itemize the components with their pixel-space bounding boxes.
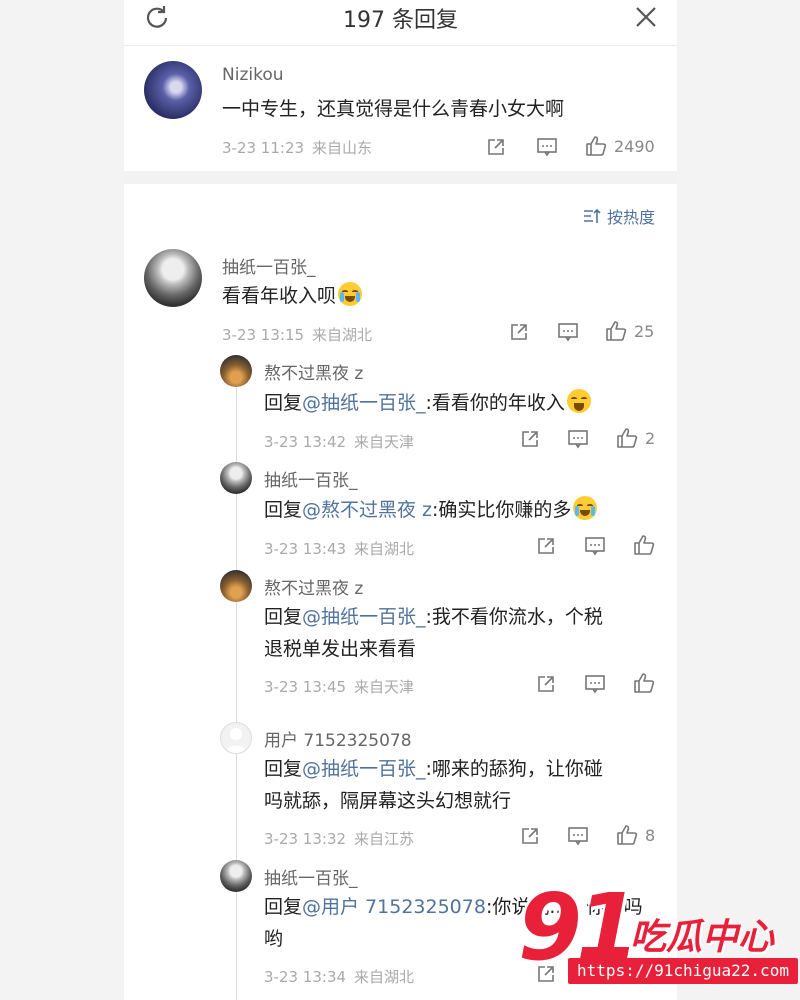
section-divider (124, 171, 677, 184)
username[interactable]: 熬不过黑夜 z (264, 359, 363, 384)
reply-meta: 3-23 13:32 来自江苏 (264, 830, 415, 848)
username[interactable]: 用户 7152325078 (264, 726, 412, 751)
comment-icon[interactable] (567, 826, 589, 846)
username[interactable]: 熬不过黑夜 z (264, 574, 363, 599)
share-icon[interactable] (520, 429, 540, 449)
like-count: 25 (634, 321, 655, 341)
timestamp: 3-23 13:15 (222, 326, 305, 344)
location: 来自山东 (312, 139, 373, 157)
mention-link[interactable]: @抽纸一百张_ (302, 758, 426, 780)
username[interactable]: 抽纸一百张_ (264, 864, 358, 889)
share-icon[interactable] (520, 826, 540, 846)
thumb-up-icon (634, 535, 655, 555)
reply-meta: 3-23 13:34 来自湖北 (264, 968, 415, 986)
default-avatar-icon (225, 728, 247, 753)
location: 来自湖北 (312, 326, 373, 344)
like-button[interactable]: 2490 (584, 135, 655, 157)
crying-emoji-icon (338, 282, 363, 306)
timestamp: 3-23 11:23 (222, 139, 305, 157)
reply-text: 回复@熬不过黑夜 z:确实比你赚的多 (264, 494, 598, 526)
avatar[interactable] (220, 355, 252, 387)
comment-meta: 3-23 13:15 来自湖北 (222, 324, 372, 345)
comment-icon[interactable] (584, 536, 606, 556)
watermark-logo: 91 吃瓜中心 https://91chigua22.com (518, 878, 800, 1000)
avatar[interactable] (220, 860, 252, 892)
like-count: 8 (645, 825, 656, 845)
thumb-up-icon (634, 673, 655, 693)
reply-text: 回复@抽纸一百张_:看看你的年收入 (264, 387, 591, 419)
avatar[interactable] (144, 61, 202, 119)
mention-link[interactable]: @抽纸一百张_ (302, 606, 426, 628)
username[interactable]: 抽纸一百张_ (264, 466, 358, 491)
share-icon[interactable] (536, 674, 556, 694)
reply-text-line2: 吗就舔，隔屏幕这头幻想就行 (264, 790, 512, 812)
like-button[interactable]: 2 (615, 427, 655, 449)
share-icon[interactable] (509, 322, 529, 342)
share-icon[interactable] (486, 137, 506, 157)
watermark-brand: 吃瓜中心 (630, 917, 775, 958)
thumb-up-icon (617, 825, 638, 845)
replies-panel: 197 条回复 Nizikou 一中专生，还真觉得是什么青春小女大啊 3-23 … (124, 0, 677, 1000)
avatar[interactable] (220, 570, 252, 602)
comment-icon[interactable] (584, 674, 606, 694)
mention-link[interactable]: @熬不过黑夜 z (302, 499, 432, 521)
reply-text-line2: 哟 (264, 928, 284, 950)
reply-meta: 3-23 13:42 来自天津 (264, 433, 415, 451)
avatar[interactable] (220, 722, 252, 754)
username[interactable]: 抽纸一百张_ (222, 253, 316, 278)
thumb-up-icon (617, 428, 638, 448)
avatar[interactable] (220, 462, 252, 494)
username[interactable]: Nizikou (222, 65, 284, 85)
share-icon[interactable] (536, 536, 556, 556)
thumb-up-icon (606, 321, 627, 341)
reply-meta: 3-23 13:43 来自湖北 (264, 540, 415, 558)
comment-icon[interactable] (557, 322, 579, 342)
thumb-up-icon (586, 136, 607, 156)
panel-title: 197 条回复 (343, 8, 458, 33)
like-button[interactable] (632, 672, 656, 694)
comment-icon[interactable] (536, 137, 558, 157)
reply-text: 回复@抽纸一百张_:哪来的舔狗，让你碰 (264, 758, 603, 780)
crying-emoji-icon (573, 496, 598, 520)
reply-text-line2: 退税单发出来看看 (264, 638, 417, 660)
like-button[interactable]: 8 (615, 824, 655, 846)
watermark-url: https://91chigua22.com (568, 958, 798, 984)
like-count: 2 (645, 428, 656, 448)
like-button[interactable] (632, 534, 656, 556)
main-comment: Nizikou 一中专生，还真觉得是什么青春小女大啊 3-23 11:23 来自山… (124, 47, 677, 171)
close-icon[interactable] (635, 6, 657, 32)
sort-icon (583, 208, 601, 223)
sort-label: 按热度 (606, 208, 655, 227)
like-count: 2490 (614, 136, 655, 156)
avatar[interactable] (144, 249, 202, 307)
comment-meta: 3-23 11:23 来自山东 (222, 137, 372, 158)
mention-link[interactable]: @抽纸一百张_ (302, 392, 426, 414)
laughing-emoji-icon (566, 389, 591, 413)
reply-meta: 3-23 13:45 来自天津 (264, 678, 415, 696)
mention-link[interactable]: @用户 7152325078 (302, 896, 486, 918)
like-button[interactable]: 25 (604, 320, 654, 342)
comment-text: 看看年收入呗 (222, 280, 363, 312)
panel-header: 197 条回复 (124, 0, 677, 46)
comment-icon[interactable] (567, 429, 589, 449)
reply-text: 回复@抽纸一百张_:我不看你流水，个税 (264, 606, 603, 628)
comment-text: 一中专生，还真觉得是什么青春小女大啊 (222, 98, 565, 120)
sort-toggle[interactable]: 按热度 (583, 204, 655, 228)
